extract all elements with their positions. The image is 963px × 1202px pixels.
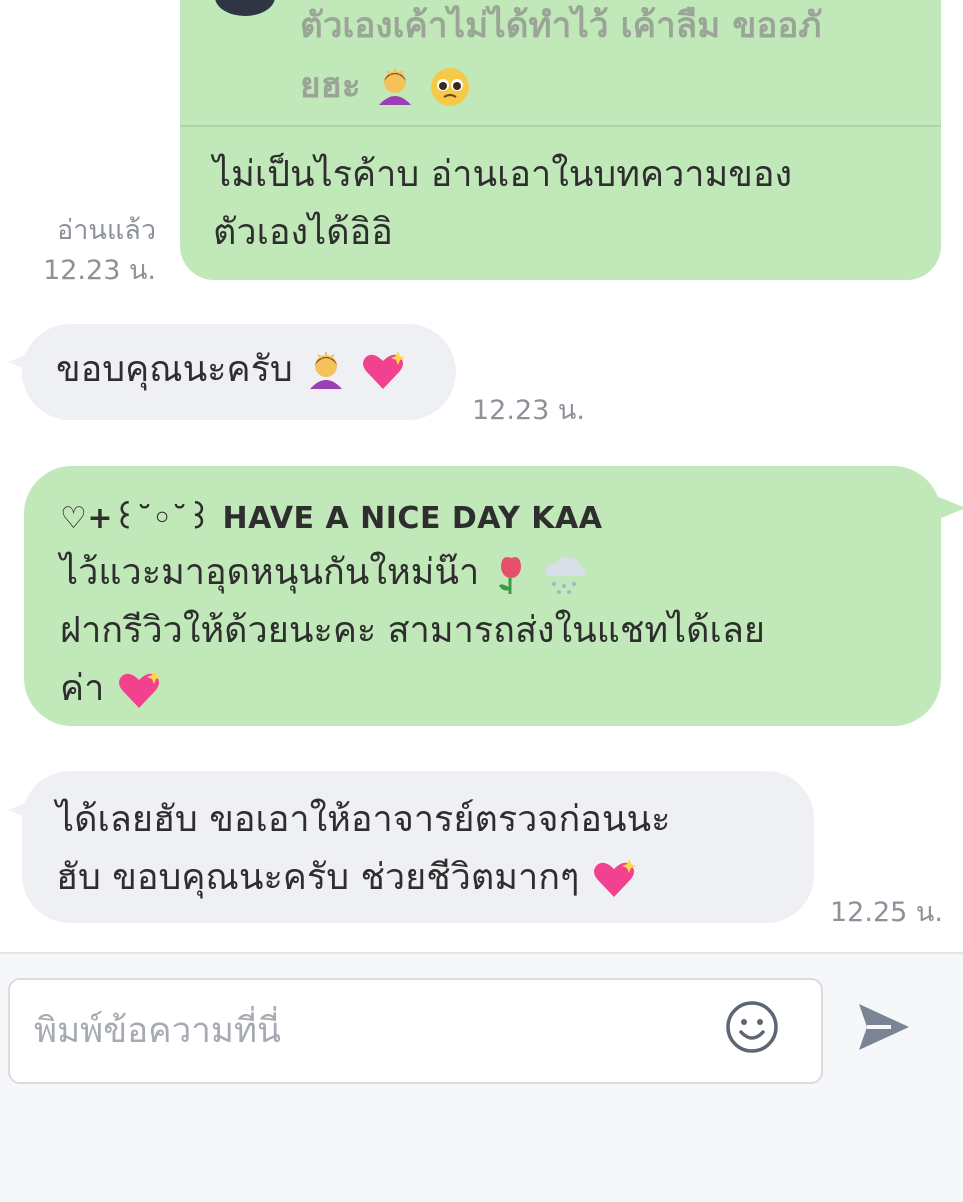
sparkling-heart-emoji-icon: [118, 670, 161, 708]
cloud-with-snow-emoji-icon: [545, 556, 586, 594]
sparkling-heart-emoji-icon: [593, 859, 636, 897]
message-line1: ไว้แวะมาอุดหนุนกันใหม่น๊า: [60, 552, 480, 593]
quoted-text-line1: ตัวเองเค้าไม่ได้ทำไว้ เค้าลืม ขออภั: [300, 6, 822, 46]
message-line3: ค่า: [60, 668, 105, 709]
kaomoji-prefix: ♡+꒰˘◦˘꒱: [60, 501, 212, 536]
tulip-emoji-icon: [498, 557, 521, 594]
sparkling-heart-emoji-icon: [362, 351, 405, 389]
message-timestamp: 12.23 น.: [43, 255, 156, 286]
incoming-message-bubble[interactable]: ได้เลยฮับ ขอเอาให้อาจารย์ตรวจก่อนนะ ฮับ …: [22, 771, 814, 923]
heading-text: HAVE A NICE DAY KAA: [222, 501, 603, 536]
message-timestamp: 12.23 น.: [472, 395, 585, 426]
incoming-message-bubble[interactable]: ขอบคุณนะครับ: [22, 324, 456, 420]
person-bowing-emoji-icon: [378, 68, 411, 105]
quoted-message-text[interactable]: ตัวเองเค้าไม่ได้ทำไว้ เค้าลืม ขออภั ยฮะ: [300, 0, 920, 116]
reply-message-text: ไม่เป็นไรค้าบ อ่านเอาในบทความของ ตัวเองไ…: [213, 146, 913, 262]
outgoing-message-bubble[interactable]: ♡+꒰˘◦˘꒱ HAVE A NICE DAY KAA ไว้แวะมาอุดห…: [24, 466, 941, 726]
reply-text-line2: ตัวเองได้อิอิ: [213, 212, 393, 253]
message-line1: ได้เลยฮับ ขอเอาให้อาจารย์ตรวจก่อนนะ: [56, 799, 671, 840]
pleading-face-emoji-icon: [431, 68, 470, 106]
quote-divider: [180, 125, 941, 127]
message-line2: ฝากรีวิวให้ด้วยนะคะ สามารถส่งในแชทได้เลย: [60, 610, 765, 651]
message-timestamp: 12.25 น.: [830, 897, 943, 928]
smiley-icon[interactable]: [725, 1000, 779, 1054]
person-bowing-emoji-icon: [310, 352, 343, 389]
reply-text-line1: ไม่เป็นไรค้าบ อ่านเอาในบทความของ: [213, 154, 793, 195]
message-input[interactable]: [8, 978, 823, 1084]
message-text: ขอบคุณนะครับ: [56, 349, 293, 390]
message-heading: ♡+꒰˘◦˘꒱ HAVE A NICE DAY KAA: [60, 494, 941, 544]
message-line2: ฮับ ขอบคุณนะครับ ช่วยชีวิตมากๆ: [56, 857, 580, 898]
quoted-text-line2: ยฮะ: [300, 66, 361, 106]
read-receipt: อ่านแล้ว: [57, 215, 156, 246]
send-arrow-icon[interactable]: [855, 1000, 913, 1054]
